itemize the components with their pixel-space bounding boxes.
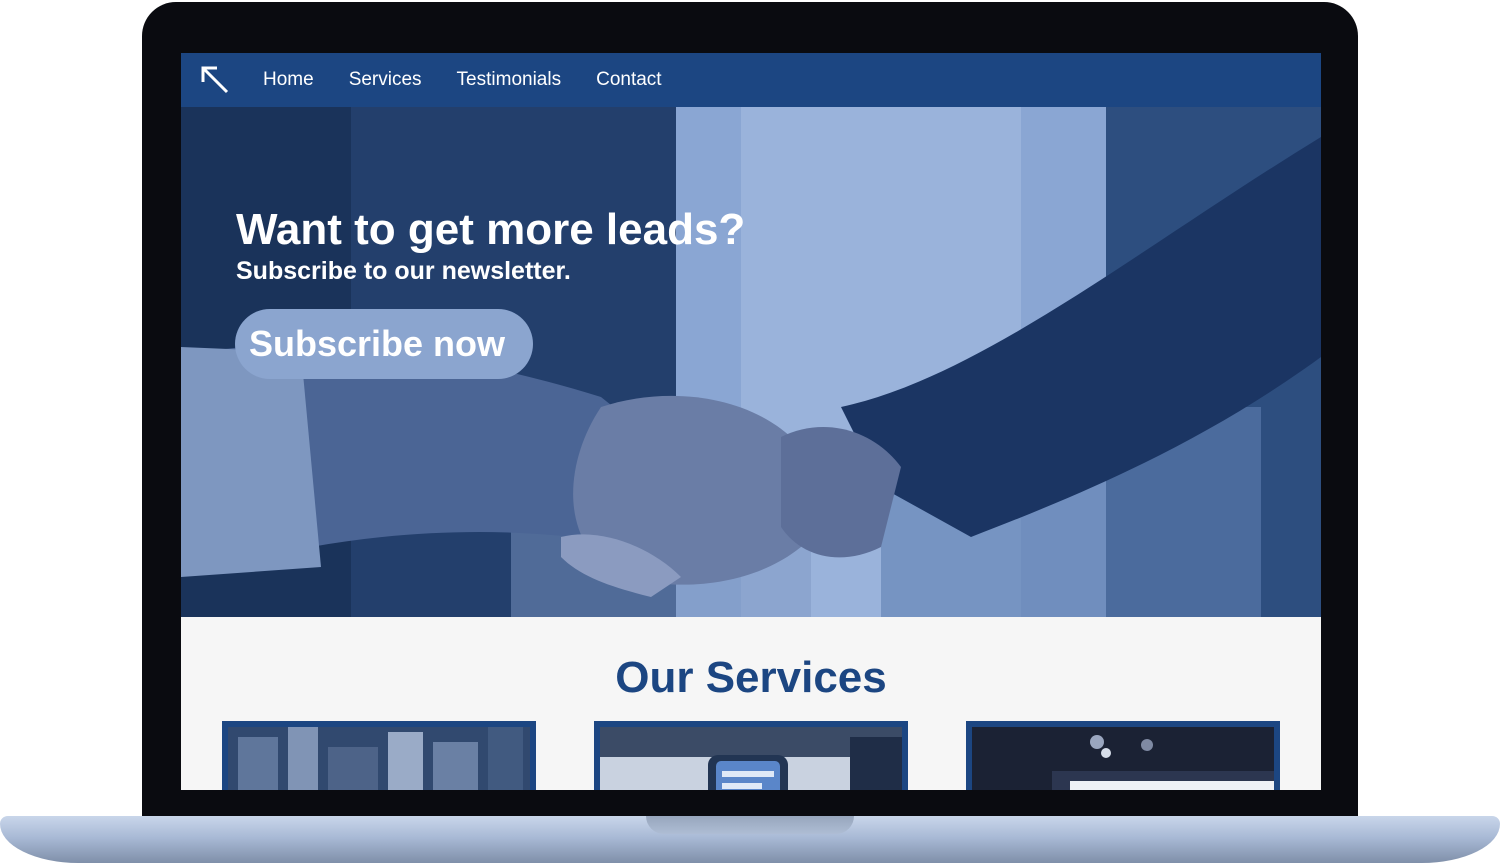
top-nav: Home Services Testimonials Contact (181, 53, 1321, 107)
hero-subtitle: Subscribe to our newsletter. (236, 257, 571, 285)
service-card[interactable] (966, 721, 1280, 790)
arrow-up-left-icon[interactable] (199, 63, 233, 97)
nav-link-services[interactable]: Services (349, 69, 422, 91)
hero-section: Want to get more leads? Subscribe to our… (181, 107, 1321, 617)
city-aerial-photo (228, 727, 530, 790)
nav-link-testimonials[interactable]: Testimonials (457, 69, 562, 91)
laptop-notch (646, 816, 854, 834)
services-title: Our Services (615, 653, 887, 702)
nav-link-home[interactable]: Home (263, 69, 314, 91)
hero-title: Want to get more leads? (236, 205, 746, 254)
service-card[interactable] (594, 721, 908, 790)
nav-link-contact[interactable]: Contact (596, 69, 661, 91)
smartphone-photo (600, 727, 902, 790)
service-card[interactable] (222, 721, 536, 790)
laptop-screen: Home Services Testimonials Contact Want … (181, 53, 1321, 790)
subscribe-button[interactable]: Subscribe now (235, 309, 533, 379)
dark-office-photo (972, 727, 1274, 790)
